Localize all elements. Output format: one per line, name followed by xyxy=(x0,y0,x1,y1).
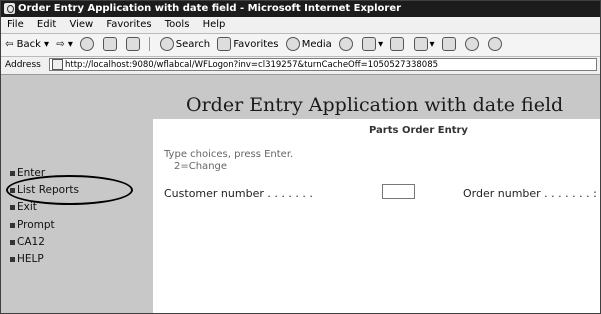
mail-button[interactable]: ▾ xyxy=(362,34,383,56)
print-icon xyxy=(390,37,405,51)
home-button[interactable] xyxy=(126,34,142,56)
menu-favorites[interactable]: Favorites xyxy=(106,17,151,33)
menu-file[interactable]: File xyxy=(7,17,24,33)
research-icon xyxy=(464,37,479,51)
window-title: Order Entry Application with date field … xyxy=(18,3,402,14)
messenger-button[interactable] xyxy=(488,34,504,56)
sidebar-item-label: Prompt xyxy=(17,219,55,231)
refresh-icon xyxy=(103,37,118,51)
bullet-icon xyxy=(10,170,15,176)
instructions-line-1: Type choices, press Enter. xyxy=(164,149,294,160)
bullet-icon xyxy=(10,222,15,228)
instructions-line-2: 2=Change xyxy=(174,161,228,172)
sidebar-item-label: Exit xyxy=(17,201,37,213)
address-input[interactable]: http://localhost:9080/wflabcal/WFLogon?i… xyxy=(49,58,597,71)
order-number-label: Order number . . . . . . . : xyxy=(463,187,597,200)
discuss-button[interactable] xyxy=(441,34,458,56)
messenger-icon xyxy=(488,37,503,51)
forward-arrow-icon: ⇨ xyxy=(56,39,65,50)
media-button[interactable]: Media xyxy=(285,34,332,56)
address-url: http://localhost:9080/wflabcal/WFLogon?i… xyxy=(65,60,439,70)
sidebar-item-label: CA12 xyxy=(17,236,45,248)
history-icon xyxy=(338,37,353,51)
research-button[interactable] xyxy=(464,34,481,56)
stop-icon xyxy=(80,37,95,51)
sidebar-item-ca12[interactable]: CA12 xyxy=(10,236,45,248)
favorites-icon xyxy=(217,37,232,51)
edit-icon xyxy=(413,37,428,51)
edit-button[interactable]: ▾ xyxy=(413,34,435,56)
history-button[interactable] xyxy=(338,34,355,56)
sidebar-item-label: HELP xyxy=(17,253,44,265)
page-icon xyxy=(52,59,63,70)
home-icon xyxy=(126,37,141,51)
menu-help[interactable]: Help xyxy=(203,17,226,33)
back-arrow-icon: ⇦ xyxy=(5,39,14,50)
browser-window: Order Entry Application with date field … xyxy=(0,0,601,314)
address-label: Address xyxy=(5,60,41,70)
back-label: Back xyxy=(16,39,41,50)
media-label: Media xyxy=(301,39,332,50)
page-content: Order Entry Application with date field … xyxy=(1,75,600,313)
forward-button[interactable]: ⇨ ▾ xyxy=(56,34,73,56)
sidebar xyxy=(1,119,153,313)
ie-logo-icon xyxy=(4,3,15,14)
menu-edit[interactable]: Edit xyxy=(37,17,56,33)
search-label: Search xyxy=(175,39,211,50)
sidebar-item-help[interactable]: HELP xyxy=(10,253,44,265)
bullet-icon xyxy=(10,204,15,210)
bullet-icon xyxy=(10,239,15,245)
title-bar: Order Entry Application with date field … xyxy=(1,1,600,17)
address-bar: Address http://localhost:9080/wflabcal/W… xyxy=(1,57,600,75)
customer-number-label: Customer number . . . . . . . xyxy=(164,187,313,200)
print-button[interactable] xyxy=(390,34,406,56)
menu-bar: File Edit View Favorites Tools Help xyxy=(1,17,600,34)
app-title: Order Entry Application with date field xyxy=(186,94,564,116)
sidebar-item-exit[interactable]: Exit xyxy=(10,201,37,213)
menu-tools[interactable]: Tools xyxy=(165,17,190,33)
refresh-button[interactable] xyxy=(103,34,119,56)
toolbar: ⇦ Back ▾ ⇨ ▾ Search Favorites Media ▾ ▾ xyxy=(1,34,600,57)
bullet-icon xyxy=(10,256,15,262)
stop-button[interactable] xyxy=(80,34,96,56)
toolbar-separator xyxy=(148,37,150,51)
search-icon xyxy=(159,37,174,51)
discuss-icon xyxy=(441,37,456,51)
favorites-button[interactable]: Favorites xyxy=(217,34,279,56)
highlight-ellipse xyxy=(6,175,133,205)
favorites-label: Favorites xyxy=(233,39,279,50)
back-button[interactable]: ⇦ Back ▾ xyxy=(5,34,49,56)
sidebar-item-prompt[interactable]: Prompt xyxy=(10,219,55,231)
menu-view[interactable]: View xyxy=(69,17,93,33)
customer-number-input[interactable] xyxy=(382,184,415,199)
mail-icon xyxy=(362,37,377,51)
search-button[interactable]: Search xyxy=(159,34,211,56)
media-icon xyxy=(285,37,300,51)
form-header: Parts Order Entry xyxy=(369,125,468,136)
